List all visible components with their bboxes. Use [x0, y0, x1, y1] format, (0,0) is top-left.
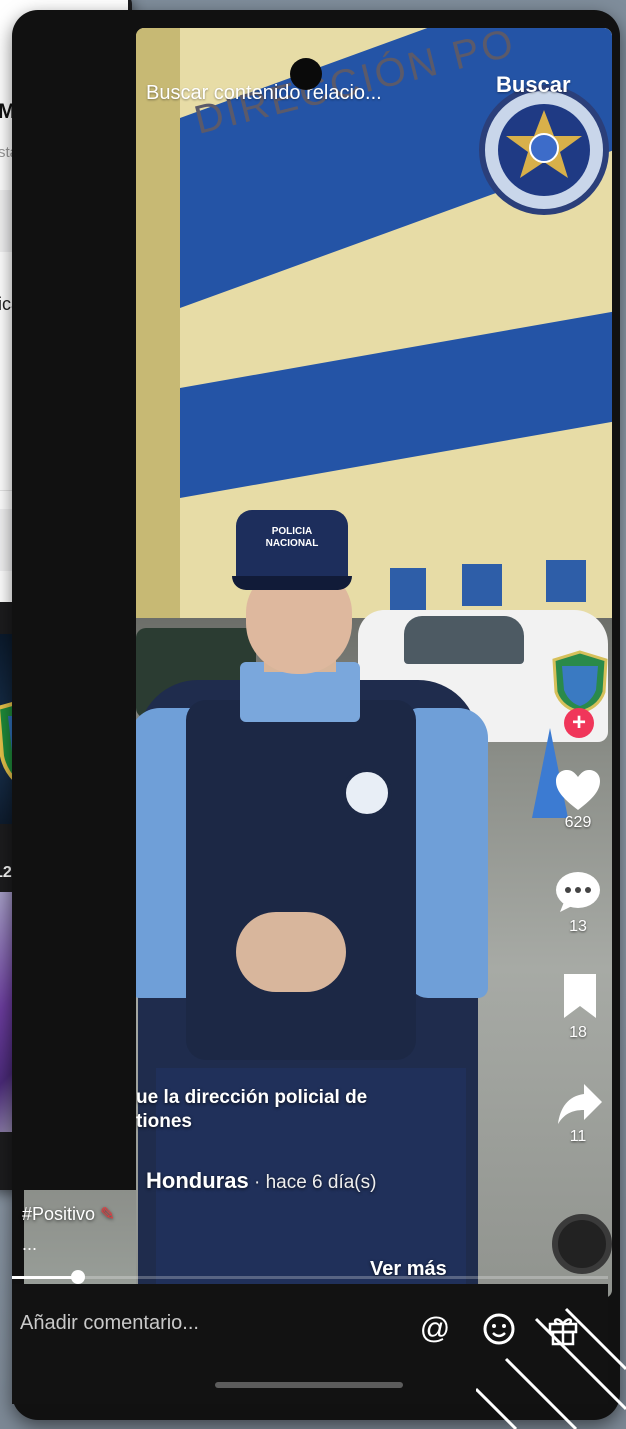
progress-track[interactable] [12, 1276, 608, 1279]
search-input[interactable]: Buscar contenido relacio... [146, 82, 382, 105]
building-side [136, 28, 180, 638]
progress-knob[interactable] [71, 1270, 85, 1284]
caption-line-2: tiones [136, 1111, 192, 1132]
comment-input[interactable]: Añadir comentario... [20, 1312, 199, 1335]
police-seal-logo [479, 85, 609, 215]
officer-hands [236, 912, 346, 992]
save-count: 18 [569, 1024, 587, 1041]
follow-plus-icon[interactable]: + [564, 708, 594, 738]
bookmark-icon[interactable] [558, 974, 606, 1018]
progress-fill [12, 1276, 78, 1279]
comment-count: 13 [569, 918, 587, 935]
search-button[interactable]: Buscar [496, 72, 571, 98]
video-count: 12 [0, 864, 12, 881]
music-disc-icon[interactable] [552, 1214, 612, 1274]
police-patch [342, 768, 392, 818]
home-indicator[interactable] [215, 1382, 403, 1388]
author-line[interactable]: Honduras · hace 6 día(s) [146, 1168, 376, 1194]
share-icon[interactable] [556, 1082, 604, 1126]
caption-ellipsis: ... [22, 1234, 38, 1254]
decorative-lines [476, 1307, 626, 1429]
like-count: 629 [564, 814, 592, 831]
cap-label: POLICIA NACIONAL [265, 526, 319, 549]
share-count: 11 [569, 1128, 587, 1145]
post-time: · hace 6 día(s) [248, 1172, 377, 1193]
caption-line-1: ue la dirección policial de [136, 1087, 368, 1108]
author-name[interactable]: Honduras [146, 1168, 249, 1193]
pin-icon: ✎ [95, 1204, 116, 1224]
building-window [546, 560, 586, 602]
camera-cutout [290, 58, 322, 90]
truck-window [404, 616, 524, 664]
comment-icon[interactable] [554, 870, 602, 914]
hashtag[interactable]: #Positivo ✎ [22, 1204, 115, 1225]
hashtag-text[interactable]: #Positivo [22, 1204, 95, 1224]
cap-visor [232, 576, 352, 590]
heart-icon[interactable] [554, 768, 602, 812]
creator-avatar[interactable] [550, 650, 610, 714]
building-window [462, 564, 502, 606]
officer-sleeve [408, 708, 488, 998]
building-window [390, 568, 426, 610]
video-caption: ue la dirección policial de tiones [136, 1086, 436, 1134]
officer-vest [186, 700, 416, 1060]
at-icon[interactable]: @ [418, 1312, 452, 1346]
video-player[interactable]: DIRECCIÓN PO POLICIA NACIONAL Buscar con… [136, 28, 612, 1298]
